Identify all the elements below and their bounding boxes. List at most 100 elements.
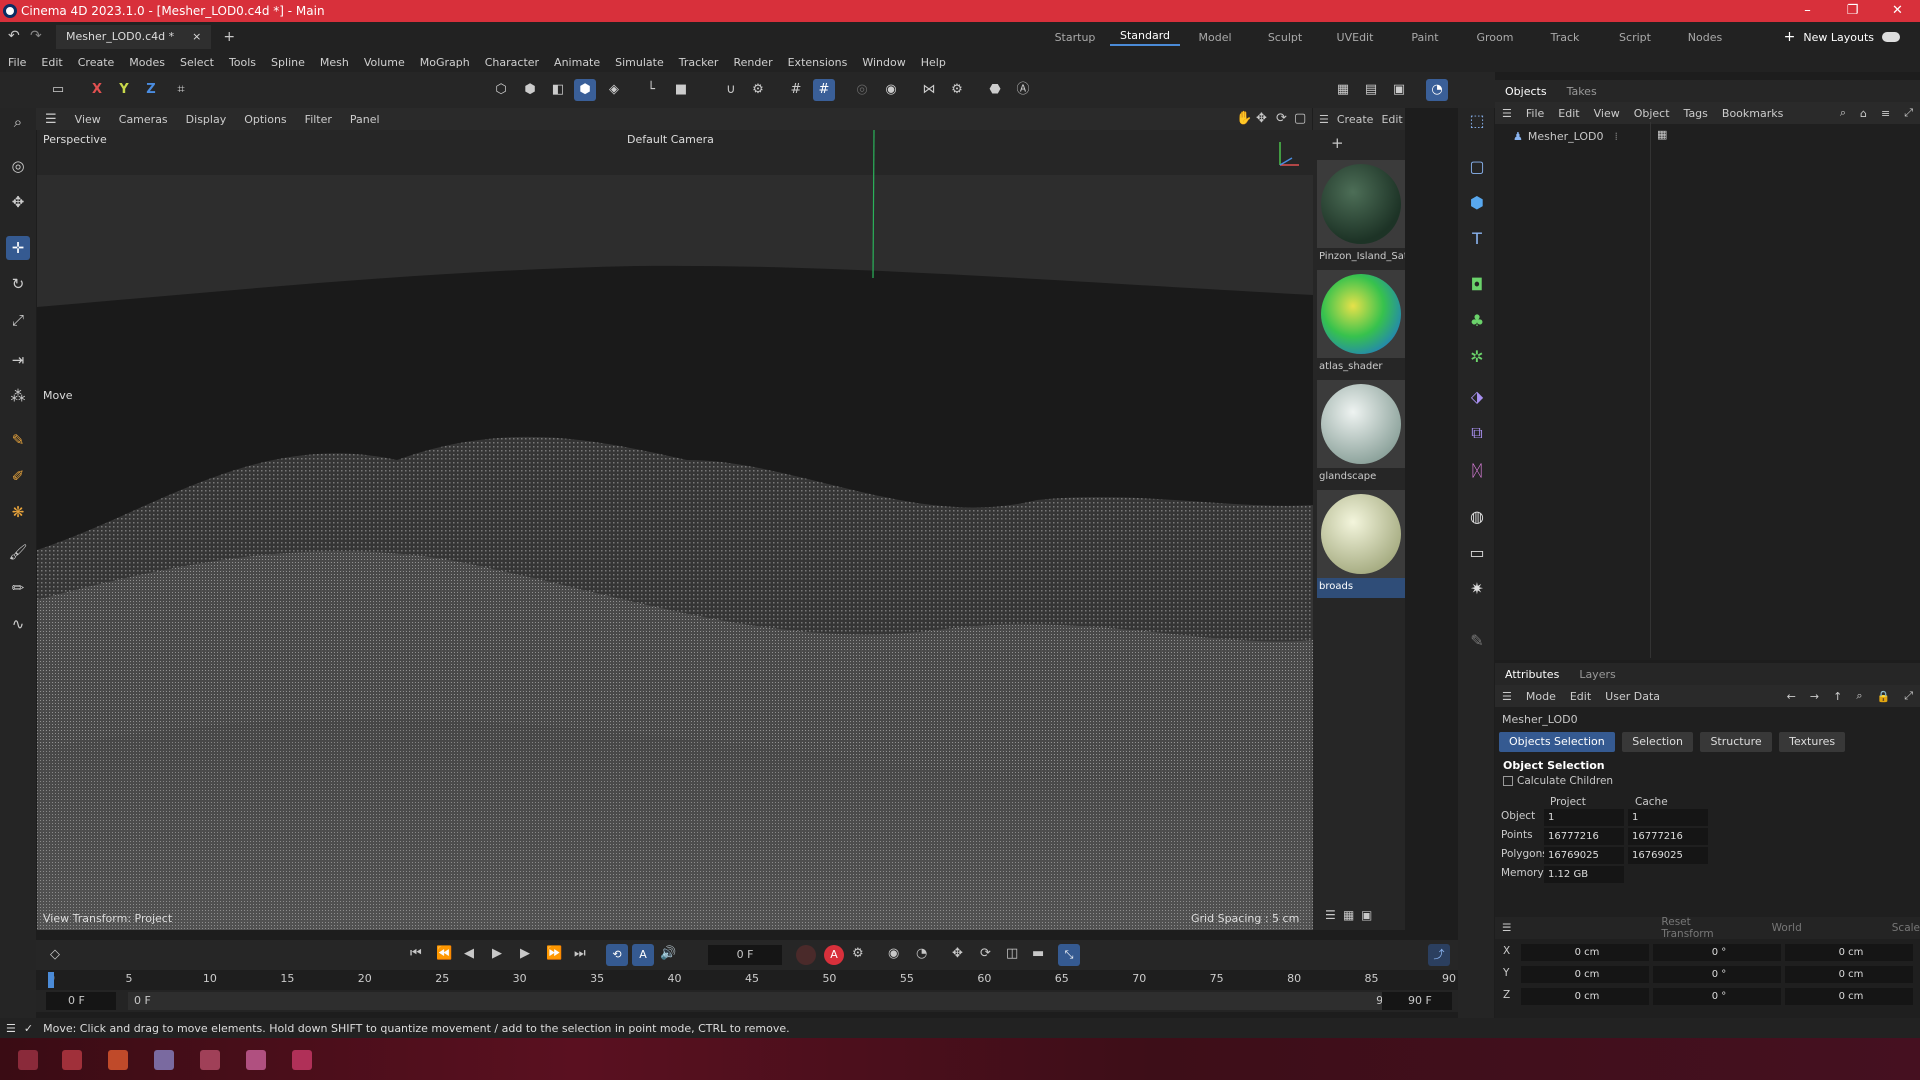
new-document-tab-icon[interactable]: + — [223, 29, 235, 45]
z-axis-lock-button[interactable]: Z — [140, 79, 162, 101]
select-tool-icon[interactable]: ◎ — [6, 154, 30, 178]
add-layout-icon[interactable]: + — [1784, 29, 1796, 45]
symmetry-icon[interactable]: ⋈ — [918, 79, 940, 101]
taskbar-app-icon[interactable] — [292, 1050, 312, 1070]
y-axis-lock-button[interactable]: Y — [113, 79, 135, 101]
menu-character[interactable]: Character — [477, 56, 546, 69]
object-tag-icon[interactable]: ▦ — [1657, 128, 1667, 141]
points-mode-icon[interactable]: ⬡ — [490, 79, 512, 101]
position-y-field[interactable]: 0 cm — [1521, 966, 1649, 983]
menu-spline[interactable]: Spline — [263, 56, 312, 69]
object-menu-edit[interactable]: Edit — [1551, 107, 1586, 120]
grid-icon[interactable]: # — [785, 79, 807, 101]
list-view-icon[interactable]: ☰ — [1325, 908, 1336, 922]
attr-menu-mode[interactable]: Mode — [1519, 690, 1563, 703]
object-menu-view[interactable]: View — [1587, 107, 1627, 120]
next-key-icon[interactable]: ⏩ — [546, 946, 562, 961]
animation-mode-icon[interactable]: A — [632, 944, 654, 966]
back-arrow-icon[interactable]: ← — [1780, 690, 1803, 703]
new-layouts-label[interactable]: New Layouts — [1803, 31, 1874, 44]
timeline-ruler[interactable]: 051015202530354045505560657075808590 — [36, 970, 1458, 990]
menu-animate[interactable]: Animate — [546, 56, 607, 69]
subtab-selection[interactable]: Selection — [1622, 732, 1693, 752]
subtab-objects-selection[interactable]: Objects Selection — [1499, 732, 1615, 752]
move-tool-icon[interactable]: ✛ — [6, 236, 30, 260]
close-window-button[interactable]: ✕ — [1875, 0, 1920, 22]
calculate-children-row[interactable]: Calculate Children — [1503, 775, 1613, 787]
minimize-button[interactable]: – — [1785, 0, 1830, 22]
subtab-structure[interactable]: Structure — [1700, 732, 1772, 752]
viewport-menu-cameras[interactable]: Cameras — [110, 113, 177, 126]
frame-range-slider[interactable]: 0 F 90 F — [128, 992, 1408, 1010]
new-layouts-toggle[interactable] — [1882, 32, 1900, 42]
timeline-settings-icon[interactable]: ▬ — [1032, 946, 1044, 961]
viewport-menu-options[interactable]: Options — [235, 113, 295, 126]
spline-pen-icon[interactable]: ✎ — [6, 428, 30, 452]
transfer-tool-icon[interactable]: ⇥ — [6, 348, 30, 372]
viewport-move-icon[interactable]: ✥ — [1256, 111, 1267, 126]
menu-tools[interactable]: Tools — [221, 56, 263, 69]
motion-tracker-icon[interactable]: ⤡ — [1058, 944, 1080, 966]
position-z-field[interactable]: 0 cm — [1521, 988, 1649, 1005]
up-arrow-icon[interactable]: ↑ — [1826, 690, 1849, 703]
rotation-x-field[interactable]: 0 ° — [1653, 944, 1781, 961]
layout-tab-nodes[interactable]: Nodes — [1670, 31, 1740, 44]
calculate-children-checkbox[interactable] — [1503, 776, 1513, 786]
workplane-icon[interactable]: # — [813, 79, 835, 101]
scale-x-field[interactable]: 0 cm — [1785, 944, 1913, 961]
layout-tab-model[interactable]: Model — [1180, 31, 1250, 44]
undo-icon[interactable]: ↶ — [8, 28, 20, 44]
paint-tool-icon[interactable]: ✏ — [6, 576, 30, 600]
object-expand-icon[interactable]: ⤢ — [1897, 106, 1920, 120]
restore-button[interactable]: ❐ — [1830, 0, 1875, 22]
menu-mograph[interactable]: MoGraph — [412, 56, 477, 69]
scale-z-field[interactable]: 0 cm — [1785, 988, 1913, 1005]
menu-window[interactable]: Window — [854, 56, 912, 69]
attr-expand-icon[interactable]: ⤢ — [1897, 689, 1920, 703]
layout-tab-script[interactable]: Script — [1600, 31, 1670, 44]
brush-icon[interactable]: 🖌 — [6, 540, 30, 564]
menu-tracker[interactable]: Tracker — [671, 56, 726, 69]
grid-view-icon[interactable]: ▦ — [1343, 908, 1354, 922]
rotate-tool-icon[interactable]: ↻ — [6, 272, 30, 296]
layout-tab-paint[interactable]: Paint — [1390, 31, 1460, 44]
menu-help[interactable]: Help — [913, 56, 953, 69]
viewport-pan-icon[interactable]: ✋ — [1236, 111, 1252, 126]
coordinate-system-icon[interactable]: ⌗ — [170, 79, 192, 101]
document-tab-close-icon[interactable]: × — [192, 25, 201, 49]
auto-key-icon[interactable]: Ⓐ — [1012, 79, 1034, 101]
field-icon[interactable]: ⬗ — [1464, 384, 1490, 410]
loop-icon[interactable]: ⟲ — [606, 944, 628, 966]
viewport-solo-icon[interactable]: ◉ — [880, 79, 902, 101]
axis-mode-icon[interactable]: └ — [640, 79, 662, 101]
subtab-textures[interactable]: Textures — [1779, 732, 1846, 752]
object-home-icon[interactable]: ⌂ — [1853, 107, 1874, 120]
key-pla-icon[interactable]: ◫ — [1006, 946, 1018, 961]
current-frame-field[interactable]: 0 F — [708, 945, 782, 965]
redo-icon[interactable]: ↷ — [30, 28, 42, 44]
play-icon[interactable]: ▶ — [492, 946, 502, 961]
menu-create[interactable]: Create — [70, 56, 122, 69]
transform-mode-select[interactable]: Scale — [1892, 922, 1920, 934]
material-item[interactable]: glandscape — [1317, 380, 1405, 488]
viewport-menu-panel[interactable]: Panel — [341, 113, 389, 126]
symmetry-settings-icon[interactable]: ⚙ — [946, 79, 968, 101]
taskbar-app-icon[interactable] — [200, 1050, 220, 1070]
menu-extensions[interactable]: Extensions — [780, 56, 855, 69]
previous-key-icon[interactable]: ⏪ — [436, 946, 452, 961]
start-frame-field[interactable]: 0 F — [46, 992, 116, 1010]
render-settings-icon[interactable]: ▣ — [1388, 79, 1410, 101]
spline-smooth-icon[interactable]: ❋ — [6, 500, 30, 524]
object-menu-bookmarks[interactable]: Bookmarks — [1715, 107, 1790, 120]
solo-mode-icon[interactable]: ■ — [670, 79, 692, 101]
text-spline-icon[interactable]: T — [1464, 226, 1490, 252]
sound-icon[interactable]: 🔊 — [660, 946, 676, 961]
scale-y-field[interactable]: 0 cm — [1785, 966, 1913, 983]
object-mode-icon[interactable]: ▭ — [47, 79, 69, 101]
search-icon[interactable]: ⌕ — [6, 110, 30, 134]
render-to-picture-viewer-icon[interactable]: ▤ — [1360, 79, 1382, 101]
object-menu-object[interactable]: Object — [1627, 107, 1677, 120]
rotation-z-field[interactable]: 0 ° — [1653, 988, 1781, 1005]
rotation-y-field[interactable]: 0 ° — [1653, 966, 1781, 983]
tree-item[interactable]: ♟ Mesher_LOD0 ⁞ — [1513, 130, 1618, 143]
